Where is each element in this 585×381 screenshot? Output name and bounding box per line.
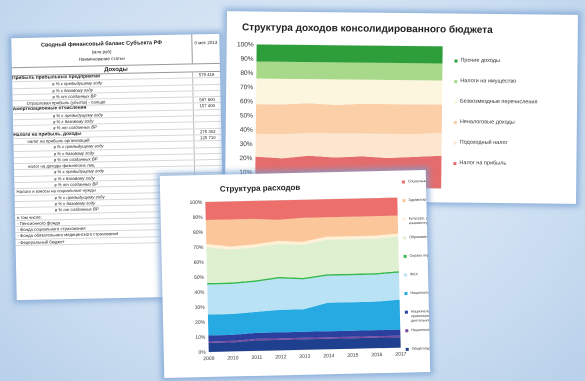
legend-swatch — [403, 254, 407, 258]
legend-entry: Неналоговые доходы — [460, 119, 515, 126]
legend-entry: Прочие доходы — [460, 58, 500, 64]
row-value — [193, 147, 222, 154]
sheet-header: Сводный финансовый баланс Субъекта РФ (м… — [11, 33, 220, 69]
x-tick-label: 2010 — [227, 355, 238, 361]
legend-entry: Безвозмездные перечисления — [460, 99, 537, 106]
legend-entry: Общегосударственные вопросы — [412, 346, 431, 351]
y-tick-label: 40% — [240, 127, 253, 134]
legend-swatch — [403, 236, 407, 240]
row-value — [192, 84, 221, 91]
y-tick-label: 50% — [194, 275, 205, 281]
row-value: 579 418 — [192, 71, 221, 78]
legend-swatch — [404, 292, 408, 296]
y-tick-label: 0% — [198, 350, 206, 356]
row-value: 125 710 — [193, 134, 222, 141]
legend-entry: Образование — [409, 235, 430, 240]
legend-entry: Налоги на имущество — [460, 78, 516, 85]
row-value — [192, 90, 221, 97]
row-value — [193, 141, 222, 147]
legend-swatch — [404, 310, 408, 314]
area-series — [256, 44, 443, 64]
legend-swatch — [405, 347, 409, 351]
row-value — [193, 122, 222, 129]
x-tick-label: 2009 — [203, 356, 214, 362]
legend-entry: Национальная оборона — [411, 327, 430, 332]
period-column-header: 0 мес 2013 — [191, 33, 220, 64]
y-tick-label: 90% — [240, 56, 253, 63]
y-tick-label: 80% — [240, 70, 253, 77]
x-tick-label: 2017 — [395, 351, 406, 357]
x-tick-label: 2012 — [275, 354, 286, 360]
legend-swatch — [402, 199, 406, 203]
y-tick-label: 90% — [193, 215, 204, 221]
y-tick-label: 70% — [193, 245, 204, 251]
area-series — [256, 61, 443, 81]
y-tick-label: 40% — [194, 290, 205, 296]
legend-entry: Налог на прибыль — [459, 160, 506, 166]
area-series — [256, 78, 443, 105]
y-tick-label: 20% — [195, 320, 206, 326]
legend-entry: Национальная безопасность иправоохраните… — [411, 308, 430, 322]
y-tick-label: 30% — [195, 305, 206, 311]
legend-entry: Охрана окружающей среды — [410, 253, 431, 258]
x-tick-label: 2014 — [323, 353, 334, 359]
row-value — [193, 159, 222, 166]
row-value: 157 400 — [192, 103, 221, 110]
legend-swatch — [454, 59, 458, 63]
legend-swatch — [401, 180, 405, 184]
row-value — [192, 115, 222, 122]
row-value — [192, 109, 221, 116]
y-tick-label: 100% — [189, 200, 202, 206]
x-tick-label: 2011 — [251, 355, 262, 361]
legend-swatch — [405, 329, 409, 333]
area-series — [255, 133, 442, 159]
y-tick-label: 80% — [193, 230, 204, 236]
legend-swatch — [453, 162, 457, 166]
row-value: 275 302 — [193, 128, 222, 135]
expense-chart-svg: 0% 10% 20% 30% 40% 50% 60% 70% 80% 90% 100% 2009 201… — [189, 178, 431, 362]
legend-swatch — [402, 217, 406, 221]
y-tick-label: 10% — [195, 335, 206, 341]
legend-swatch — [404, 273, 408, 277]
legend-entry: ЖКХ — [410, 272, 419, 276]
expense-structure-chart: Структура расходов 0% 10% 20% 30% 40% 50% 60% 7… — [159, 170, 431, 378]
x-tick-label: 2016 — [371, 352, 382, 358]
legend-swatch — [453, 141, 457, 145]
area-series — [255, 103, 443, 135]
legend-swatch — [453, 121, 457, 125]
legend-entry: Подоходный налог — [460, 139, 508, 147]
legend-swatch — [454, 100, 458, 104]
x-tick-label: 2015 — [347, 353, 358, 359]
row-value — [194, 166, 223, 173]
y-tick-label: 50% — [240, 112, 253, 119]
y-tick-label: 30% — [240, 141, 253, 148]
y-tick-label: 60% — [194, 260, 205, 266]
x-tick-label: 2013 — [299, 354, 310, 360]
y-tick-label: 100% — [237, 41, 254, 48]
y-tick-label: 60% — [240, 98, 253, 105]
row-value: 587 600 — [192, 97, 221, 103]
legend-swatch — [454, 80, 458, 84]
y-tick-label: 70% — [240, 84, 253, 91]
row-value — [192, 78, 221, 85]
row-value — [193, 153, 222, 160]
legend-entry: Национальная экономика — [410, 290, 430, 295]
y-tick-label: 20% — [239, 155, 252, 162]
